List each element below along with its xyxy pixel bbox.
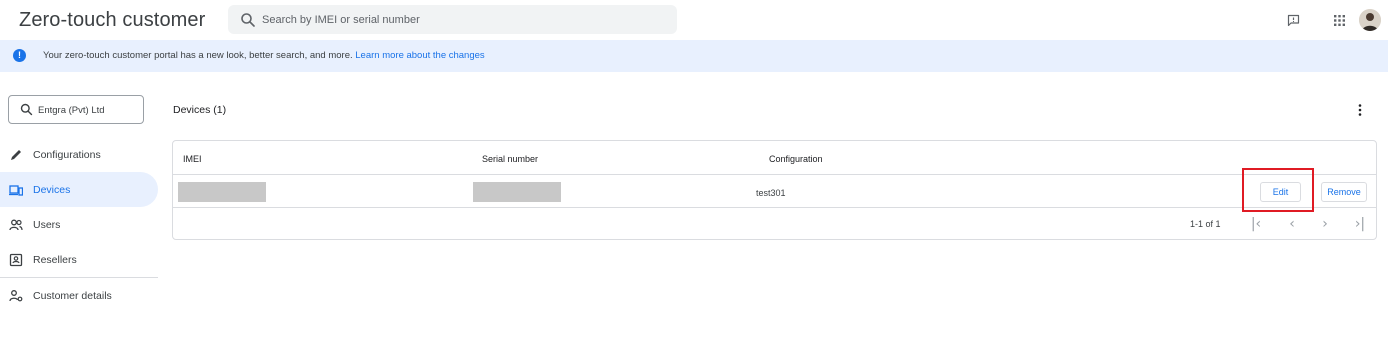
edit-button[interactable]: Edit [1260, 182, 1301, 202]
search-input[interactable] [262, 5, 662, 34]
feedback-icon[interactable] [1283, 10, 1303, 30]
announcement-banner: ! Your zero-touch customer portal has a … [0, 40, 1388, 72]
column-header-imei[interactable]: IMEI [183, 154, 202, 164]
column-header-configuration[interactable]: Configuration [769, 154, 823, 164]
sidebar-item-label: Configurations [33, 149, 101, 161]
sidebar-item-devices[interactable]: Devices [0, 172, 158, 207]
page-title: Devices (1) [173, 104, 227, 116]
search-bar[interactable] [228, 5, 677, 34]
avatar[interactable] [1359, 9, 1381, 31]
serial-value-redacted [473, 182, 561, 202]
users-icon [9, 219, 23, 231]
apps-grid-icon[interactable] [1329, 10, 1349, 30]
info-icon: ! [13, 49, 26, 62]
configuration-value: test301 [756, 188, 786, 198]
sidebar-item-configurations[interactable]: Configurations [0, 137, 158, 172]
search-icon [241, 13, 255, 27]
devices-table: IMEI Serial number Configuration test301… [172, 140, 1377, 240]
sidebar-nav: Configurations Devices Users Resellers [0, 137, 158, 277]
resellers-icon [9, 253, 23, 267]
organization-name: Entgra (Pvt) Ltd [38, 105, 105, 116]
customer-details-icon [9, 290, 23, 302]
previous-page-icon[interactable]: ‹ [1283, 215, 1301, 233]
sidebar-item-label: Resellers [33, 254, 77, 266]
sidebar-item-resellers[interactable]: Resellers [0, 242, 158, 277]
column-header-serial-number[interactable]: Serial number [482, 154, 538, 164]
imei-value-redacted [178, 182, 266, 202]
remove-button[interactable]: Remove [1321, 182, 1367, 202]
top-header: Zero-touch customer [0, 0, 1388, 40]
banner-message: Your zero-touch customer portal has a ne… [43, 50, 356, 61]
organization-selector[interactable]: Entgra (Pvt) Ltd [8, 95, 144, 124]
table-pagination: 1-1 of 1 |‹ ‹ › ›| [173, 208, 1376, 240]
next-page-icon[interactable]: › [1316, 215, 1334, 233]
sidebar-item-users[interactable]: Users [0, 207, 158, 242]
pagination-range: 1-1 of 1 [1190, 219, 1221, 229]
table-header: IMEI Serial number Configuration [173, 141, 1376, 175]
banner-text: Your zero-touch customer portal has a ne… [43, 50, 485, 61]
sidebar-item-label: Users [33, 219, 61, 231]
search-icon [20, 103, 33, 116]
first-page-icon[interactable]: |‹ [1247, 215, 1265, 233]
sidebar-item-customer-details[interactable]: Customer details [0, 278, 158, 313]
sidebar-item-label: Customer details [33, 290, 112, 302]
learn-more-link[interactable]: Learn more about the changes [355, 50, 484, 61]
pencil-icon [11, 150, 21, 160]
last-page-icon[interactable]: ›| [1351, 215, 1369, 233]
devices-icon [9, 185, 23, 196]
table-row[interactable]: test301 Edit Remove [173, 168, 1376, 212]
more-options-icon[interactable] [1353, 102, 1367, 118]
app-title: Zero-touch customer [19, 9, 206, 31]
sidebar-item-label: Devices [33, 184, 71, 196]
